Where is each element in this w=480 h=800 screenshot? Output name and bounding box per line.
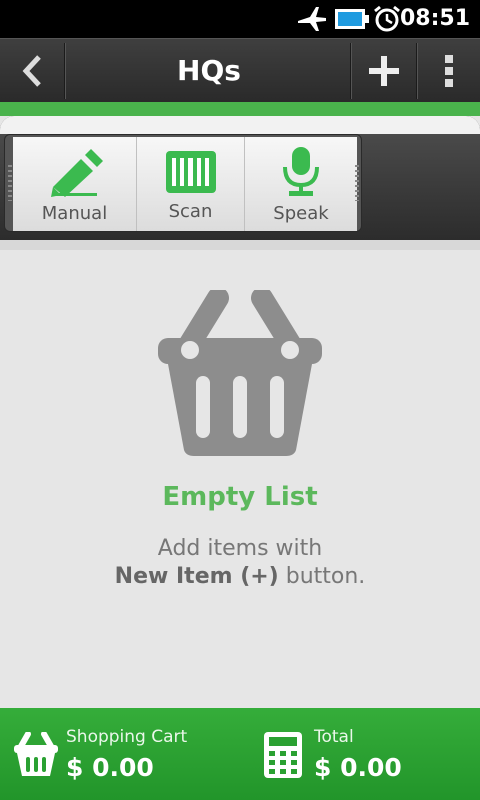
add-item-popup: Manual Scan Speak bbox=[0, 116, 480, 250]
hint-suffix: button. bbox=[278, 564, 366, 589]
page-title: HQs bbox=[177, 54, 241, 87]
popup-top-edge bbox=[0, 116, 480, 134]
battery-icon bbox=[335, 9, 369, 29]
pencil-icon bbox=[50, 149, 103, 197]
calculator-icon bbox=[264, 732, 302, 778]
airplane-icon bbox=[298, 7, 326, 31]
add-item-button[interactable] bbox=[352, 39, 416, 103]
shopping-cart-label: Shopping Cart bbox=[66, 727, 188, 747]
back-button[interactable] bbox=[0, 39, 64, 103]
total-value: $ 0.00 bbox=[314, 753, 402, 782]
back-icon bbox=[22, 55, 41, 87]
shopping-cart-icon bbox=[14, 732, 58, 776]
speak-label: Speak bbox=[273, 203, 329, 224]
overflow-icon bbox=[445, 55, 453, 87]
basket-icon bbox=[158, 290, 322, 456]
grip-handle-right bbox=[355, 165, 359, 201]
speak-button[interactable]: Speak bbox=[245, 137, 357, 231]
scan-label: Scan bbox=[168, 201, 213, 222]
summary-bar: Shopping Cart $ 0.00 Total $ 0.00 bbox=[0, 708, 480, 800]
empty-list-title: Empty List bbox=[162, 482, 318, 512]
empty-list-hint: Add items with bbox=[157, 536, 323, 561]
new-item-hint: New Item (+) bbox=[114, 564, 279, 589]
scan-button[interactable]: Scan bbox=[137, 137, 245, 231]
alarm-icon bbox=[374, 5, 400, 32]
overflow-menu-button[interactable] bbox=[418, 39, 480, 103]
grip-handle-left bbox=[8, 165, 12, 201]
manual-button[interactable]: Manual bbox=[13, 137, 137, 231]
total-label: Total bbox=[314, 727, 354, 747]
add-icon bbox=[369, 56, 399, 86]
shopping-cart-value: $ 0.00 bbox=[66, 753, 154, 782]
popup-bottom-edge bbox=[0, 240, 480, 250]
empty-list-hint-2: New Item (+) button. bbox=[0, 564, 480, 589]
add-method-toolbar: Manual Scan Speak bbox=[4, 134, 362, 232]
microphone-icon bbox=[283, 147, 319, 196]
divider bbox=[64, 43, 66, 99]
status-time: 08:51 bbox=[399, 6, 470, 31]
status-bar: 08:51 bbox=[0, 0, 480, 38]
barcode-icon bbox=[165, 151, 216, 193]
action-bar: HQs bbox=[0, 38, 480, 102]
manual-label: Manual bbox=[41, 203, 108, 224]
accent-strip bbox=[0, 102, 480, 116]
